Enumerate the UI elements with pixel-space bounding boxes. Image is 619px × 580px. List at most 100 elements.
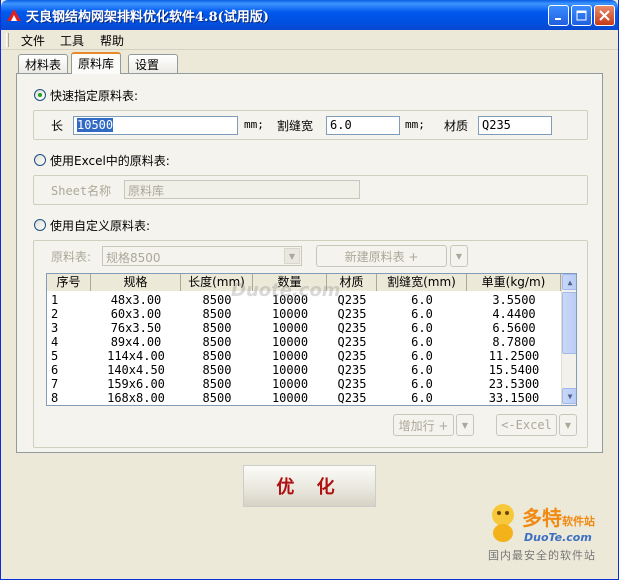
col-header-unit-weight[interactable]: 单重(kg/m) — [467, 274, 561, 291]
add-row-button[interactable]: 增加行 + — [393, 414, 454, 436]
chevron-down-icon: ▼ — [564, 420, 572, 430]
import-excel-dropdown[interactable]: ▼ — [559, 414, 577, 436]
material-input[interactable]: Q235 — [478, 116, 552, 135]
cell-index[interactable]: 6 — [51, 363, 91, 377]
length-unit: mm; — [244, 118, 264, 131]
app-logo-icon — [7, 9, 21, 21]
watermark-brand: 多特软件站 — [522, 506, 595, 530]
cell-length[interactable]: 8500 — [181, 391, 253, 405]
minimize-icon — [554, 17, 561, 20]
chevron-down-icon: ▼ — [284, 248, 300, 264]
cell-index[interactable]: 5 — [51, 349, 91, 363]
cell-material[interactable]: Q235 — [327, 307, 377, 321]
tab-raw-material-library[interactable]: 原料库 — [71, 52, 122, 74]
cell-kerf[interactable]: 6.0 — [377, 293, 467, 307]
cell-kerf[interactable]: 6.0 — [377, 363, 467, 377]
maximize-button[interactable] — [571, 5, 592, 26]
cell-length[interactable]: 8500 — [181, 307, 253, 321]
cell-material[interactable]: Q235 — [327, 321, 377, 335]
cell-kerf[interactable]: 6.0 — [377, 307, 467, 321]
cell-spec[interactable]: 140x4.50 — [91, 363, 181, 377]
scroll-thumb[interactable] — [562, 292, 576, 354]
watermark-domain: DuoTe.com — [524, 531, 592, 544]
cell-spec[interactable]: 60x3.00 — [91, 307, 181, 321]
chevron-up-icon: ▲ — [567, 277, 573, 287]
mascot-icon — [492, 504, 514, 542]
cell-unit-weight[interactable]: 3.5500 — [467, 293, 561, 307]
cell-quantity[interactable]: 10000 — [253, 349, 327, 363]
cell-unit-weight[interactable]: 11.2500 — [467, 349, 561, 363]
cell-material[interactable]: Q235 — [327, 335, 377, 349]
radio-excel[interactable] — [34, 154, 46, 166]
tab-settings[interactable]: 设置 — [128, 54, 178, 73]
cell-unit-weight[interactable]: 6.5600 — [467, 321, 561, 335]
radio-quick[interactable] — [34, 89, 46, 101]
new-table-button[interactable]: 新建原料表 + — [316, 245, 447, 267]
optimize-button[interactable]: 优 化 — [243, 465, 376, 507]
cell-material[interactable]: Q235 — [327, 349, 377, 363]
scroll-up-button[interactable]: ▲ — [562, 274, 576, 290]
cell-unit-weight[interactable]: 33.1500 — [467, 391, 561, 405]
cell-index[interactable]: 4 — [51, 335, 91, 349]
quick-label: 快速指定原料表: — [50, 89, 139, 103]
chevron-down-icon: ▼ — [455, 251, 463, 261]
cell-quantity[interactable]: 10000 — [253, 307, 327, 321]
cell-quantity[interactable]: 10000 — [253, 363, 327, 377]
length-input[interactable]: 10500 — [73, 116, 238, 135]
cell-quantity[interactable]: 10000 — [253, 335, 327, 349]
cell-length[interactable]: 8500 — [181, 377, 253, 391]
cell-index[interactable]: 2 — [51, 307, 91, 321]
cell-spec[interactable]: 114x4.00 — [91, 349, 181, 363]
cell-quantity[interactable]: 10000 — [253, 321, 327, 335]
title-bar[interactable]: 天良钢结构网架排料优化软件4.8(试用版) — [1, 0, 618, 30]
menu-file[interactable]: 文件 — [17, 32, 49, 49]
import-excel-button[interactable]: <-Excel — [496, 414, 557, 436]
col-header-index[interactable]: 序号 — [47, 274, 91, 291]
cell-kerf[interactable]: 6.0 — [377, 349, 467, 363]
cell-unit-weight[interactable]: 4.4400 — [467, 307, 561, 321]
minimize-button[interactable] — [548, 5, 569, 26]
cell-material[interactable]: Q235 — [327, 363, 377, 377]
tab-material-list[interactable]: 材料表 — [18, 54, 69, 73]
cell-unit-weight[interactable]: 8.7800 — [467, 335, 561, 349]
cell-kerf[interactable]: 6.0 — [377, 377, 467, 391]
col-header-spec[interactable]: 规格 — [91, 274, 181, 291]
table-select[interactable]: 规格8500 ▼ — [102, 246, 302, 266]
cell-spec[interactable]: 48x3.00 — [91, 293, 181, 307]
cell-index[interactable]: 7 — [51, 377, 91, 391]
cell-spec[interactable]: 89x4.00 — [91, 335, 181, 349]
cell-quantity[interactable]: 10000 — [253, 377, 327, 391]
cell-kerf[interactable]: 6.0 — [377, 321, 467, 335]
scroll-down-button[interactable]: ▼ — [562, 388, 576, 404]
cell-length[interactable]: 8500 — [181, 335, 253, 349]
menu-tools[interactable]: 工具 — [56, 32, 88, 49]
sheet-name-input[interactable]: 原料库 — [124, 180, 360, 199]
cell-length[interactable]: 8500 — [181, 349, 253, 363]
cell-index[interactable]: 8 — [51, 391, 91, 405]
menu-help[interactable]: 帮助 — [96, 32, 128, 49]
cell-spec[interactable]: 76x3.50 — [91, 321, 181, 335]
cell-unit-weight[interactable]: 23.5300 — [467, 377, 561, 391]
cell-index[interactable]: 3 — [51, 321, 91, 335]
cell-index[interactable]: 1 — [51, 293, 91, 307]
cell-material[interactable]: Q235 — [327, 377, 377, 391]
watermark-slogan: 国内最安全的软件站 — [488, 549, 596, 562]
radio-custom[interactable] — [34, 219, 46, 231]
cell-spec[interactable]: 168x8.00 — [91, 391, 181, 405]
col-header-kerf[interactable]: 割缝宽(mm) — [377, 274, 467, 291]
close-icon — [599, 10, 610, 21]
cell-kerf[interactable]: 6.0 — [377, 335, 467, 349]
new-table-dropdown[interactable]: ▼ — [450, 245, 468, 267]
kerf-input[interactable]: 6.0 — [326, 116, 400, 135]
cell-material[interactable]: Q235 — [327, 391, 377, 405]
add-row-dropdown[interactable]: ▼ — [456, 414, 474, 436]
cell-quantity[interactable]: 10000 — [253, 391, 327, 405]
grid-scrollbar[interactable]: ▲ ▼ — [561, 274, 576, 405]
cell-kerf[interactable]: 6.0 — [377, 391, 467, 405]
cell-spec[interactable]: 159x6.00 — [91, 377, 181, 391]
cell-length[interactable]: 8500 — [181, 321, 253, 335]
cell-unit-weight[interactable]: 15.5400 — [467, 363, 561, 377]
close-button[interactable] — [594, 5, 615, 26]
site-watermark: 多特软件站 DuoTe.com 国内最安全的软件站 — [484, 499, 614, 567]
cell-length[interactable]: 8500 — [181, 363, 253, 377]
